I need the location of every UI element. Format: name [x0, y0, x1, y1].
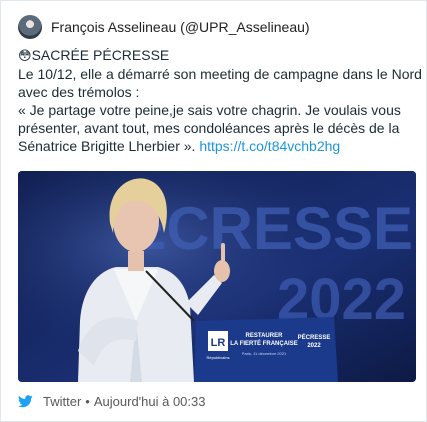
lectern-slogan-2: LA FIERTÉ FRANÇAISE	[230, 339, 297, 347]
lectern-slogan-1: RESTAURER	[246, 333, 284, 339]
tweet-line-6: Sénatrice Brigitte Lherbier ». https://t…	[18, 137, 414, 155]
backdrop-name: ÉCRESSE	[126, 195, 413, 262]
lectern-year: 2022	[307, 343, 321, 349]
twitter-bird-icon	[18, 394, 33, 407]
tweet-link[interactable]: https://t.co/t84vchb2hg	[199, 138, 340, 154]
tweet-line-4: « Je partage votre peine,je sais votre c…	[18, 102, 401, 118]
lectern-party-mark: LR	[211, 337, 226, 349]
tweet-line-1: 😳SACRÉE PÉCRESSE	[18, 46, 414, 65]
tweet-header: François Asselineau (@UPR_Asselineau)	[18, 15, 413, 39]
lectern-place-date: Paris, 11 décembre 2021	[242, 351, 287, 356]
lectern-party-sub: Républicains	[207, 355, 230, 360]
avatar[interactable]	[18, 15, 42, 39]
tweet-line-3: avec des trémolos :	[18, 84, 140, 100]
tweet-line-2: Le 10/12, elle a démarré son meeting de …	[18, 66, 422, 82]
tweet-text: 😳SACRÉE PÉCRESSE Le 10/12, elle a démarr…	[18, 46, 422, 155]
tweet-line-5: présenter, avant tout, mes condoléances …	[18, 120, 400, 136]
speech-photo-illustration: ÉCRESSE 2022 LR Républicains RESTAURER L…	[18, 171, 416, 382]
tweet-line-1-text: SACRÉE PÉCRESSE	[31, 47, 170, 63]
lectern-name: PÉCRESSE	[298, 333, 331, 341]
footer-source[interactable]: Twitter	[43, 394, 81, 409]
tweet-line-6-text: Sénatrice Brigitte Lherbier ».	[18, 138, 196, 154]
author-name[interactable]: François Asselineau (@UPR_Asselineau)	[51, 19, 310, 35]
flushed-face-emoji: 😳	[18, 48, 32, 63]
lectern: LR Républicains RESTAURER LA FIERTÉ FRAN…	[194, 317, 338, 382]
footer-timestamp[interactable]: Aujourd'hui à 00:33	[94, 394, 206, 409]
footer-separator: •	[85, 393, 90, 409]
tweet-photo[interactable]: ÉCRESSE 2022 LR Républicains RESTAURER L…	[18, 171, 416, 382]
tweet-footer: Twitter • Aujourd'hui à 00:33	[18, 392, 205, 410]
tweet-card: François Asselineau (@UPR_Asselineau) 😳S…	[0, 0, 427, 422]
